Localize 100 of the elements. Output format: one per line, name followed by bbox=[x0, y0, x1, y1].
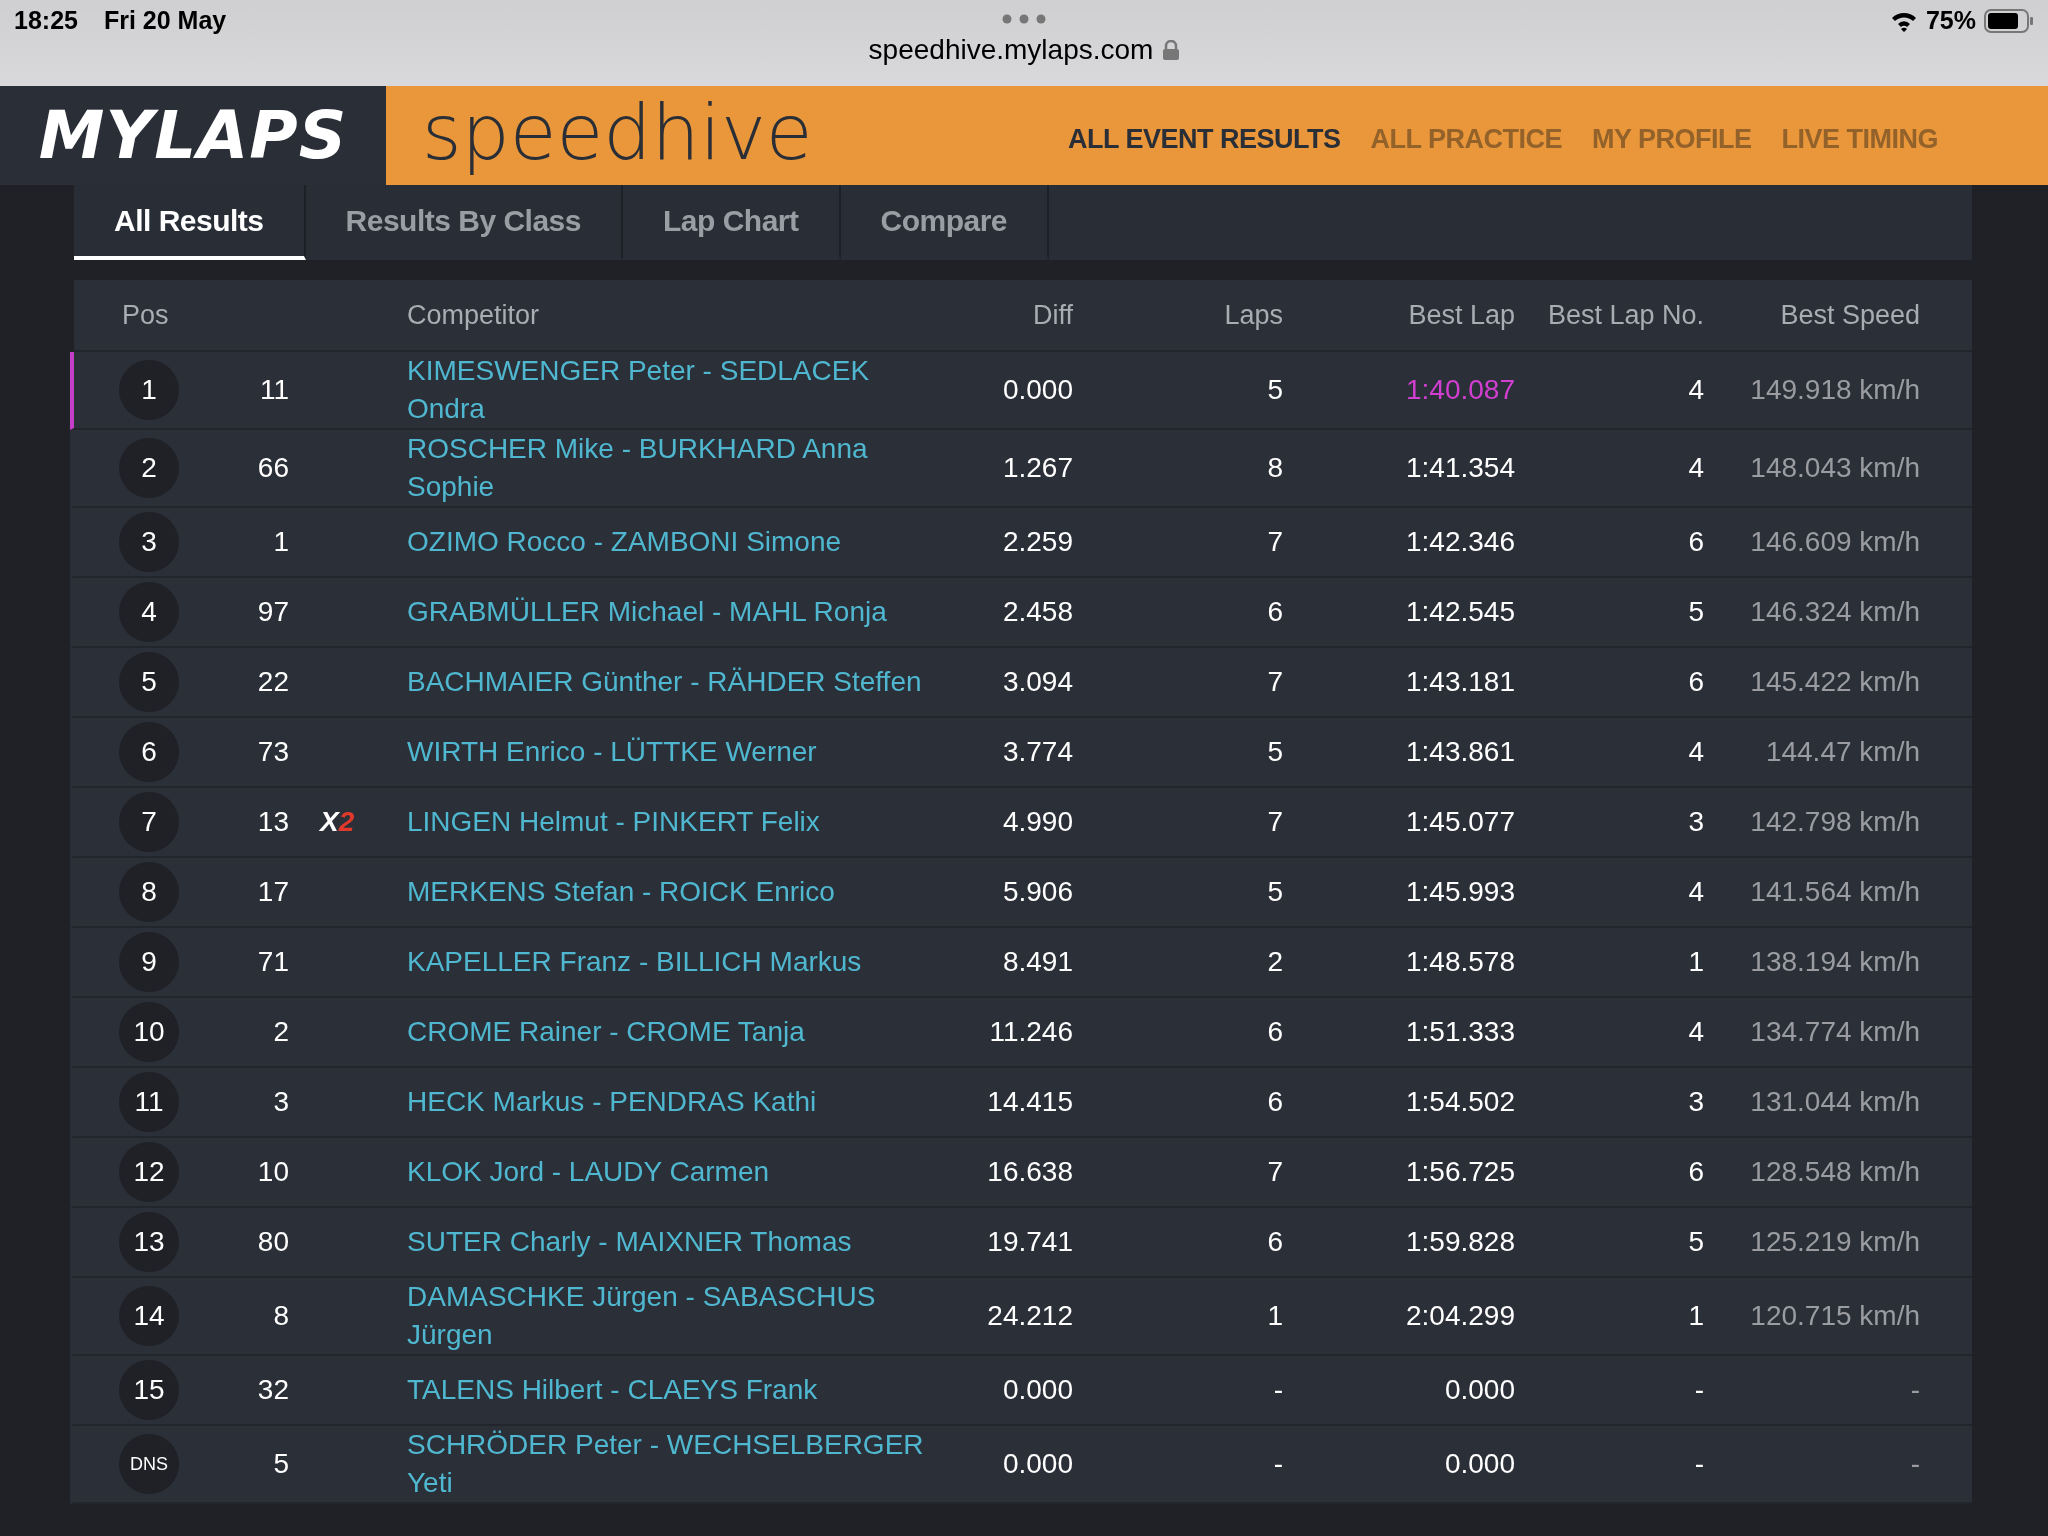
result-row[interactable]: 2 66 ROSCHER Mike - BURKHARD Anna Sophie 1.267 8 1:41.354 4 148.043 km/h bbox=[70, 430, 1972, 508]
result-row[interactable]: 9 71 KAPELLER Franz - BILLICH Markus 8.491 2 1:48.578 1 138.194 km/h bbox=[70, 928, 1972, 998]
table-cell: 5 bbox=[1688, 596, 1704, 628]
table-cell: 4 bbox=[1688, 452, 1704, 484]
competitor-link[interactable]: KAPELLER Franz - BILLICH Markus bbox=[407, 943, 947, 981]
car-number: 11 bbox=[259, 374, 289, 406]
table-cell: 6 bbox=[1267, 596, 1283, 628]
tab[interactable]: Compare bbox=[840, 185, 1050, 260]
battery-icon bbox=[1984, 8, 2034, 33]
competitor-link[interactable]: CROME Rainer - CROME Tanja bbox=[407, 1013, 947, 1051]
competitor-link[interactable]: GRABMÜLLER Michael - MAHL Ronja bbox=[407, 593, 947, 631]
result-row[interactable]: 1 11 KIMESWENGER Peter - SEDLACEK Ondra 0.000 5 1:40.087 4 149.918 km/h bbox=[70, 352, 1972, 430]
column-header: Competitor bbox=[407, 299, 540, 331]
competitor-link[interactable]: WIRTH Enrico - LÜTTKE Werner bbox=[407, 733, 947, 771]
table-cell: 128.548 km/h bbox=[1750, 1156, 1920, 1188]
table-cell: 16.638 bbox=[987, 1156, 1073, 1188]
table-cell: 6 bbox=[1688, 526, 1704, 558]
car-number: 73 bbox=[257, 736, 289, 768]
table-cell: - bbox=[1273, 1448, 1283, 1480]
competitor-link[interactable]: BACHMAIER Günther - RÄHDER Steffen bbox=[407, 663, 947, 701]
table-cell: 7 bbox=[1267, 526, 1283, 558]
table-cell: 19.741 bbox=[987, 1226, 1073, 1258]
table-cell: - bbox=[1694, 1374, 1704, 1406]
car-number: 71 bbox=[257, 946, 289, 978]
result-row[interactable]: 10 2 CROME Rainer - CROME Tanja 11.246 6 1:51.333 4 134.774 km/h bbox=[70, 998, 1972, 1068]
tab[interactable]: Lap Chart bbox=[623, 185, 841, 260]
result-row[interactable]: 3 1 OZIMO Rocco - ZAMBONI Simone 2.259 7 1:42.346 6 146.609 km/h bbox=[70, 508, 1972, 578]
competitor-link[interactable]: SUTER Charly - MAIXNER Thomas bbox=[407, 1223, 947, 1261]
position-badge: DNS bbox=[119, 1434, 179, 1494]
table-cell: 5 bbox=[1267, 876, 1283, 908]
table-cell: 145.422 km/h bbox=[1750, 666, 1920, 698]
result-row[interactable]: 13 80 SUTER Charly - MAIXNER Thomas 19.741 6 1:59.828 5 125.219 km/h bbox=[70, 1208, 1972, 1278]
logo[interactable]: MYLAPS bbox=[38, 97, 348, 174]
table-cell: - bbox=[1910, 1448, 1920, 1480]
competitor-link[interactable]: LINGEN Helmut - PINKERT Felix bbox=[407, 803, 947, 841]
tab[interactable]: Results By Class bbox=[305, 185, 623, 260]
result-row[interactable]: DNS 5 SCHRÖDER Peter - WECHSELBERGER Yeti 0.000 - 0.000 - - bbox=[70, 1426, 1972, 1504]
table-cell: 1:41.354 bbox=[1406, 452, 1515, 484]
brand-name[interactable]: speedhive bbox=[422, 88, 813, 177]
table-cell: 1:42.346 bbox=[1406, 526, 1515, 558]
table-cell: 4 bbox=[1688, 736, 1704, 768]
position-badge: 5 bbox=[119, 652, 179, 712]
result-row[interactable]: 15 32 TALENS Hilbert - CLAEYS Frank 0.000 - 0.000 - - bbox=[70, 1356, 1972, 1426]
column-header: Best Lap No. bbox=[1547, 299, 1704, 331]
position-badge: 7 bbox=[119, 792, 179, 852]
column-header: Pos bbox=[121, 299, 169, 331]
competitor-link[interactable]: KLOK Jord - LAUDY Carmen bbox=[407, 1153, 947, 1191]
table-cell: 149.918 km/h bbox=[1750, 374, 1920, 406]
table-cell: 0.000 bbox=[1002, 374, 1073, 406]
table-cell: 4.990 bbox=[1002, 806, 1073, 838]
table-cell: 4 bbox=[1688, 374, 1704, 406]
result-row[interactable]: 11 3 HECK Markus - PENDRAS Kathi 14.415 6 1:54.502 3 131.044 km/h bbox=[70, 1068, 1972, 1138]
car-number: 66 bbox=[257, 452, 289, 484]
table-cell: 7 bbox=[1267, 666, 1283, 698]
table-cell: 6 bbox=[1688, 1156, 1704, 1188]
table-cell: 1:45.993 bbox=[1406, 876, 1515, 908]
position-badge: 8 bbox=[119, 862, 179, 922]
nav-link[interactable]: ALL EVENT RESULTS bbox=[1067, 124, 1341, 155]
result-row[interactable]: 7 13 X2 LINGEN Helmut - PINKERT Felix 4.990 7 1:45.077 3 142.798 km/h bbox=[70, 788, 1972, 858]
tab[interactable]: All Results bbox=[74, 185, 306, 260]
competitor-link[interactable]: HECK Markus - PENDRAS Kathi bbox=[407, 1083, 947, 1121]
table-cell: 120.715 km/h bbox=[1750, 1300, 1920, 1332]
car-number: 32 bbox=[257, 1374, 289, 1406]
status-time: 18:25 bbox=[14, 6, 78, 35]
competitor-link[interactable]: SCHRÖDER Peter - WECHSELBERGER Yeti bbox=[407, 1426, 947, 1502]
competitor-link[interactable]: ROSCHER Mike - BURKHARD Anna Sophie bbox=[407, 430, 947, 506]
result-row[interactable]: 4 97 GRABMÜLLER Michael - MAHL Ronja 2.458 6 1:42.545 5 146.324 km/h bbox=[70, 578, 1972, 648]
table-cell: 125.219 km/h bbox=[1750, 1226, 1920, 1258]
car-number: 17 bbox=[257, 876, 289, 908]
car-number: 2 bbox=[273, 1016, 289, 1048]
table-cell: 6 bbox=[1267, 1086, 1283, 1118]
car-number: 1 bbox=[273, 526, 289, 558]
table-cell: 1.267 bbox=[1002, 452, 1073, 484]
table-cell: 4 bbox=[1688, 1016, 1704, 1048]
table-cell: 1:45.077 bbox=[1406, 806, 1515, 838]
table-cell: 5 bbox=[1688, 1226, 1704, 1258]
table-cell: 6 bbox=[1688, 666, 1704, 698]
multiplier-label: X2 bbox=[320, 806, 355, 838]
table-cell: 2:04.299 bbox=[1406, 1300, 1515, 1332]
table-cell: 2 bbox=[1267, 946, 1283, 978]
result-row[interactable]: 6 73 WIRTH Enrico - LÜTTKE Werner 3.774 5 1:43.861 4 144.47 km/h bbox=[70, 718, 1972, 788]
table-cell: 8.491 bbox=[1002, 946, 1073, 978]
competitor-link[interactable]: MERKENS Stefan - ROICK Enrico bbox=[407, 873, 947, 911]
competitor-link[interactable]: KIMESWENGER Peter - SEDLACEK Ondra bbox=[407, 352, 947, 428]
result-row[interactable]: 14 8 DAMASCHKE Jürgen - SABASCHUS Jürgen 24.212 1 2:04.299 1 120.715 km/h bbox=[70, 1278, 1972, 1356]
table-cell: 142.798 km/h bbox=[1750, 806, 1920, 838]
competitor-link[interactable]: DAMASCHKE Jürgen - SABASCHUS Jürgen bbox=[407, 1278, 947, 1354]
table-cell: 138.194 km/h bbox=[1750, 946, 1920, 978]
table-cell: 1:42.545 bbox=[1406, 596, 1515, 628]
more-icon[interactable] bbox=[1002, 14, 1046, 24]
competitor-link[interactable]: TALENS Hilbert - CLAEYS Frank bbox=[407, 1371, 947, 1409]
competitor-link[interactable]: OZIMO Rocco - ZAMBONI Simone bbox=[407, 523, 947, 561]
result-row[interactable]: 8 17 MERKENS Stefan - ROICK Enrico 5.906 5 1:45.993 4 141.564 km/h bbox=[70, 858, 1972, 928]
result-row[interactable]: 12 10 KLOK Jord - LAUDY Carmen 16.638 7 1:56.725 6 128.548 km/h bbox=[70, 1138, 1972, 1208]
table-cell: 1:54.502 bbox=[1406, 1086, 1515, 1118]
result-row[interactable]: 5 22 BACHMAIER Günther - RÄHDER Steffen 3.094 7 1:43.181 6 145.422 km/h bbox=[70, 648, 1972, 718]
table-cell: 1:40.087 bbox=[1406, 374, 1515, 406]
car-number: 22 bbox=[257, 666, 289, 698]
car-number: 8 bbox=[273, 1300, 289, 1332]
url-address[interactable]: speedhive.mylaps.com bbox=[868, 34, 1154, 66]
